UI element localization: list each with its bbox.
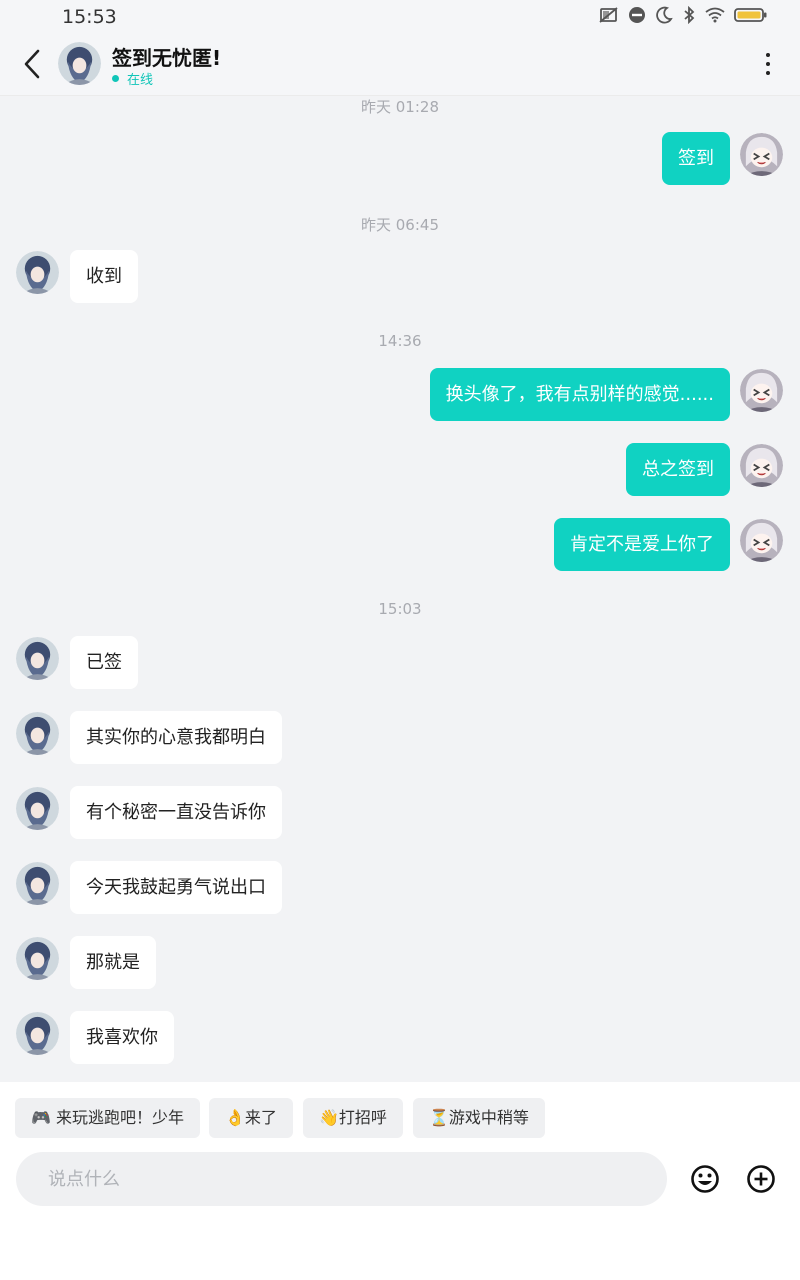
sent-message: 换头像了，我有点别样的感觉...... bbox=[0, 368, 800, 422]
received-message: 那就是 bbox=[0, 936, 800, 990]
message-bubble[interactable]: 收到 bbox=[70, 250, 138, 303]
wifi-icon bbox=[705, 7, 725, 23]
message-bubble[interactable]: 我喜欢你 bbox=[70, 1011, 174, 1064]
received-message: 已签 bbox=[0, 636, 800, 690]
plus-circle-icon bbox=[747, 1165, 775, 1193]
timestamp: 昨天 01:28 bbox=[361, 98, 439, 116]
my-avatar[interactable] bbox=[740, 519, 783, 562]
timestamp: 昨天 06:45 bbox=[361, 216, 439, 234]
received-message: 有个秘密一直没告诉你 bbox=[0, 786, 800, 840]
quick-reply-chip[interactable]: 🎮 来玩逃跑吧！少年 bbox=[15, 1098, 201, 1138]
contact-avatar[interactable] bbox=[16, 251, 59, 294]
contact-avatar[interactable] bbox=[16, 862, 59, 905]
my-avatar[interactable] bbox=[740, 444, 783, 487]
message-bubble[interactable]: 签到 bbox=[662, 132, 730, 185]
timestamp: 14:36 bbox=[378, 332, 422, 350]
timestamp: 15:03 bbox=[378, 600, 422, 618]
quick-reply-chip[interactable]: ⏳游戏中稍等 bbox=[413, 1098, 545, 1138]
chevron-left-icon bbox=[24, 49, 40, 79]
back-button[interactable] bbox=[16, 46, 48, 82]
received-message: 其实你的心意我都明白 bbox=[0, 711, 800, 765]
status-bar: 15:53 bbox=[0, 0, 800, 32]
message-input[interactable] bbox=[16, 1152, 667, 1206]
composer-area: 🎮 来玩逃跑吧！少年 👌来了 👋打招呼 ⏳游戏中稍等 bbox=[0, 1082, 800, 1280]
do-not-disturb-icon bbox=[628, 6, 646, 24]
message-bubble[interactable]: 今天我鼓起勇气说出口 bbox=[70, 861, 282, 914]
received-message: 我喜欢你 bbox=[0, 1011, 800, 1065]
status-icons bbox=[599, 6, 768, 24]
message-bubble[interactable]: 已签 bbox=[70, 636, 138, 689]
chat-header: 签到无忧匿! 在线 bbox=[0, 32, 800, 96]
emoji-button[interactable] bbox=[688, 1162, 722, 1196]
sent-message: 总之签到 bbox=[0, 443, 800, 497]
message-bubble[interactable]: 总之签到 bbox=[626, 443, 730, 496]
received-message: 收到 bbox=[0, 250, 800, 304]
add-button[interactable] bbox=[744, 1162, 778, 1196]
contact-avatar[interactable] bbox=[16, 637, 59, 680]
message-bubble[interactable]: 肯定不是爱上你了 bbox=[554, 518, 730, 571]
quick-reply-chip[interactable]: 👌来了 bbox=[209, 1098, 293, 1138]
contact-avatar[interactable] bbox=[58, 42, 101, 85]
online-dot bbox=[112, 75, 119, 82]
online-status-label: 在线 bbox=[127, 73, 154, 88]
no-sim-icon bbox=[599, 6, 619, 24]
more-vertical-icon bbox=[766, 53, 770, 57]
message-bubble[interactable]: 其实你的心意我都明白 bbox=[70, 711, 282, 764]
sent-message: 签到 bbox=[0, 132, 800, 186]
contact-avatar[interactable] bbox=[16, 937, 59, 980]
quick-reply-chip[interactable]: 👋打招呼 bbox=[303, 1098, 403, 1138]
emoji-icon bbox=[691, 1165, 719, 1193]
message-bubble[interactable]: 那就是 bbox=[70, 936, 156, 989]
received-message: 今天我鼓起勇气说出口 bbox=[0, 861, 800, 915]
my-avatar[interactable] bbox=[740, 133, 783, 176]
more-options-button[interactable] bbox=[758, 50, 778, 78]
sent-message: 肯定不是爱上你了 bbox=[0, 518, 800, 572]
contact-avatar[interactable] bbox=[16, 787, 59, 830]
message-bubble[interactable]: 有个秘密一直没告诉你 bbox=[70, 786, 282, 839]
battery-icon bbox=[734, 6, 768, 24]
contact-name: 签到无忧匿! bbox=[112, 46, 222, 70]
status-time: 15:53 bbox=[62, 6, 117, 28]
contact-avatar[interactable] bbox=[16, 1012, 59, 1055]
moon-icon bbox=[655, 6, 673, 24]
my-avatar[interactable] bbox=[740, 369, 783, 412]
online-status: 在线 bbox=[112, 69, 153, 88]
contact-avatar[interactable] bbox=[16, 712, 59, 755]
message-bubble[interactable]: 换头像了，我有点别样的感觉...... bbox=[429, 368, 730, 421]
bluetooth-icon bbox=[682, 6, 696, 24]
message-list[interactable]: 昨天 01:28 签到昨天 06:45 收到 14:36 换头像了，我有点别样的感觉..… bbox=[0, 96, 800, 1082]
